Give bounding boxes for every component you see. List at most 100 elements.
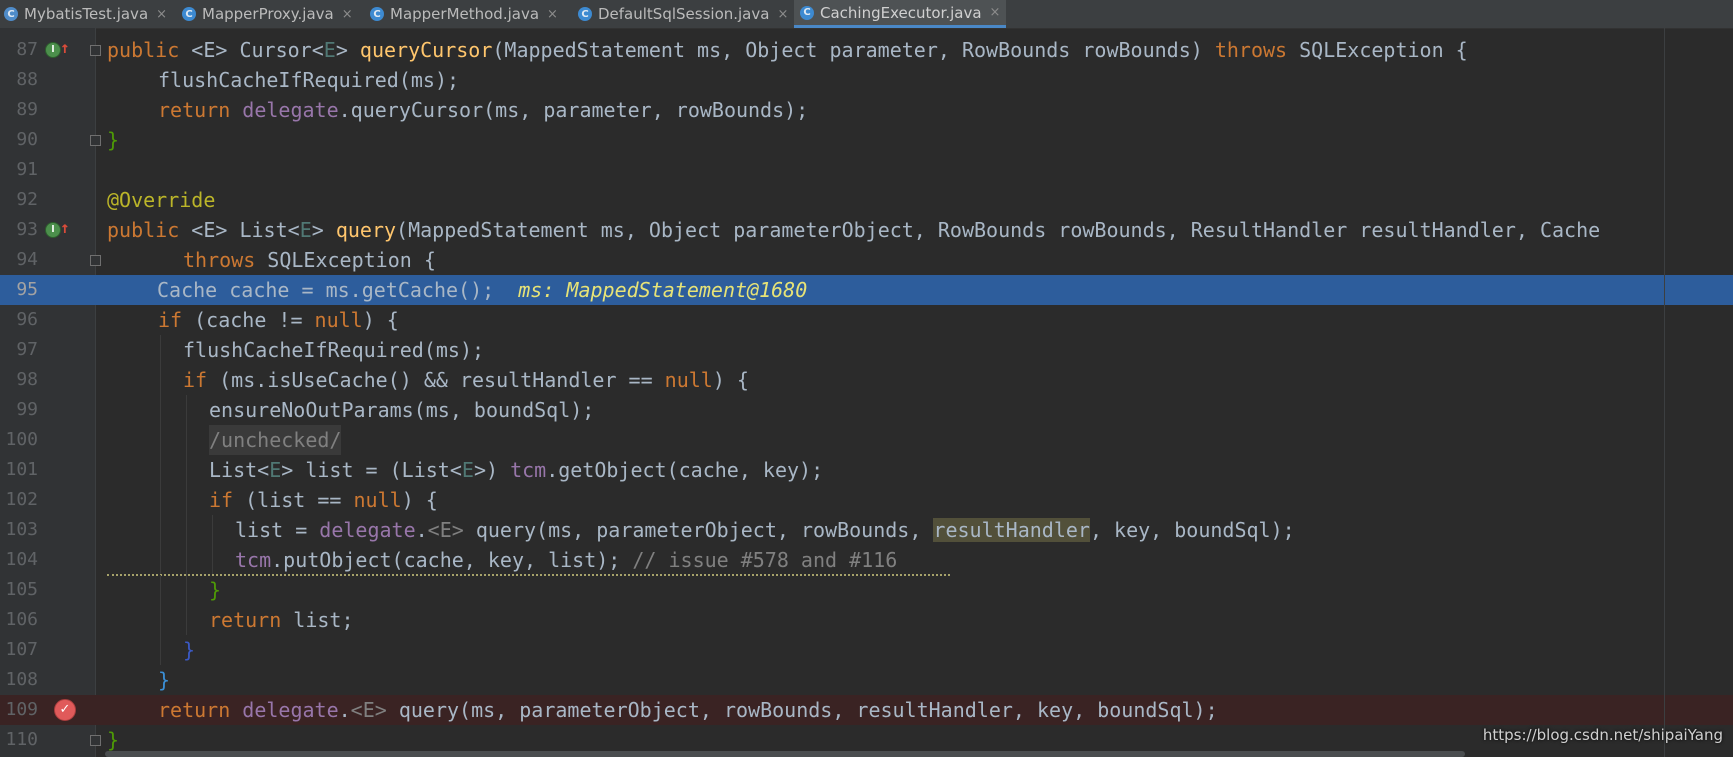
code-token: if <box>158 308 183 332</box>
code-token: queryCursor <box>359 38 493 62</box>
tab-defaultsqlsession[interactable]: C DefaultSqlSession.java × <box>578 0 788 28</box>
code-token: throws <box>183 248 256 272</box>
tab-mappermethod[interactable]: C MapperMethod.java × <box>370 0 558 28</box>
highlighted-usage: resultHandler <box>933 518 1090 542</box>
code-line-102: 102 if (list == null) { <box>0 485 1733 515</box>
code-token: List< <box>239 218 300 242</box>
code-token: E <box>299 218 312 242</box>
code-token: return <box>158 698 231 722</box>
line-number: 96 <box>16 309 38 330</box>
line-number: 110 <box>5 729 38 750</box>
code-token: E <box>323 38 336 62</box>
code-line-100: 100 /unchecked/ <box>0 425 1733 455</box>
code-token: > <box>311 218 336 242</box>
line-number: 87 <box>16 39 38 60</box>
line-number: 105 <box>5 579 38 600</box>
code-token: list; <box>281 608 354 632</box>
fold-marker-icon[interactable] <box>90 45 101 56</box>
editor-tab-bar: C MybatisTest.java × C MapperProxy.java … <box>0 0 1733 29</box>
code-token: SQLException { <box>1287 38 1468 62</box>
class-icon: C <box>800 5 814 20</box>
code-line-105: 105 } <box>0 575 1733 605</box>
tab-mybatistest[interactable]: C MybatisTest.java × <box>4 0 167 28</box>
line-number: 98 <box>16 369 38 390</box>
line-number: 93 <box>16 219 38 240</box>
breakpoint-check-icon[interactable]: ✓ <box>54 699 76 721</box>
code-token: , key, boundSql); <box>1089 518 1295 542</box>
code-token: E <box>269 458 282 482</box>
code-token: if <box>209 488 234 512</box>
line-number: 91 <box>16 159 38 180</box>
class-icon: C <box>370 7 384 21</box>
fold-marker-icon[interactable] <box>90 135 101 146</box>
code-line-94: 94 throws SQLException { <box>0 245 1733 275</box>
code-token: return <box>209 608 282 632</box>
close-icon[interactable]: × <box>547 7 558 22</box>
line-number: 90 <box>16 129 38 150</box>
fold-marker-icon[interactable] <box>90 255 101 266</box>
code-token: delegate <box>319 518 416 542</box>
code-line-106: 106 return list; <box>0 605 1733 635</box>
navigate-up-arrow-icon[interactable]: ↑ <box>60 40 70 56</box>
line-number: 109 <box>5 699 38 720</box>
code-line-87: 87 public <E> Cursor<E> queryCursor(Mapp… <box>0 35 1733 65</box>
tab-mapperproxy[interactable]: C MapperProxy.java × <box>182 0 353 28</box>
code-token: query <box>335 218 397 242</box>
code-token: <E> <box>350 698 387 722</box>
line-number: 99 <box>16 399 38 420</box>
code-text: ensureNoOutParams(ms, boundSql); <box>209 398 595 422</box>
line-number: 108 <box>5 669 38 690</box>
class-icon: C <box>578 7 592 21</box>
code-text: } <box>209 578 222 602</box>
execution-point-line: 95 Cache cache = ms.getCache(); ms: Mapp… <box>0 275 1733 305</box>
code-text: @Override <box>107 188 216 212</box>
code-token: public <box>107 38 180 62</box>
code-token: query(ms, parameterObject, rowBounds, <box>463 518 934 542</box>
code-token: public <box>107 218 180 242</box>
code-token: > list = (List< <box>281 458 462 482</box>
code-token: null <box>664 368 713 392</box>
debug-inline-value: ms: MappedStatement@1680 <box>518 278 808 302</box>
close-icon[interactable]: × <box>990 5 1001 20</box>
watermark: https://blog.csdn.net/shipaiYang <box>1482 726 1723 744</box>
code-comment: // issue #578 and #116 <box>632 548 898 572</box>
fold-marker-icon[interactable] <box>90 735 101 746</box>
code-text: } <box>158 668 171 692</box>
line-number: 103 <box>5 519 38 540</box>
test-class-icon: C <box>4 7 18 21</box>
line-number: 107 <box>5 639 38 660</box>
code-token: return <box>158 98 231 122</box>
code-token: E <box>461 458 474 482</box>
horizontal-scrollbar[interactable] <box>105 751 1465 757</box>
code-token: null <box>353 488 402 512</box>
line-number: 89 <box>16 99 38 120</box>
implements-method-icon[interactable]: I <box>45 222 61 238</box>
code-text: } <box>107 128 120 152</box>
code-text: Cache cache = ms.getCache(); <box>157 278 495 302</box>
tab-label: MybatisTest.java <box>24 5 149 23</box>
close-icon[interactable]: × <box>156 7 167 22</box>
code-token: > <box>335 38 360 62</box>
code-token: delegate <box>242 98 339 122</box>
code-token: ) { <box>362 308 399 332</box>
line-number: 100 <box>5 429 38 450</box>
code-token: tcm <box>510 458 547 482</box>
tab-cachingexecutor[interactable]: C CachingExecutor.java × <box>794 0 1007 28</box>
code-line-103: 103 list = delegate.<E> query(ms, parame… <box>0 515 1733 545</box>
code-text: flushCacheIfRequired(ms); <box>183 338 485 362</box>
code-token: <E> <box>191 38 228 62</box>
code-line-89: 89 return delegate.queryCursor(ms, param… <box>0 95 1733 125</box>
code-line-92: 92 @Override <box>0 185 1733 215</box>
close-icon[interactable]: × <box>342 7 353 22</box>
code-token: .queryCursor(ms, parameter, rowBounds); <box>338 98 809 122</box>
implements-method-icon[interactable]: I <box>45 42 61 58</box>
code-token: . <box>338 698 351 722</box>
code-line-97: 97 flushCacheIfRequired(ms); <box>0 335 1733 365</box>
code-line-91: 91 <box>0 155 1733 185</box>
navigate-up-arrow-icon[interactable]: ↑ <box>60 220 70 236</box>
code-token: <E> <box>191 218 228 242</box>
line-number: 101 <box>5 459 38 480</box>
close-icon[interactable]: × <box>777 7 788 22</box>
tab-label: MapperProxy.java <box>202 5 334 23</box>
tab-label: DefaultSqlSession.java <box>598 5 770 23</box>
